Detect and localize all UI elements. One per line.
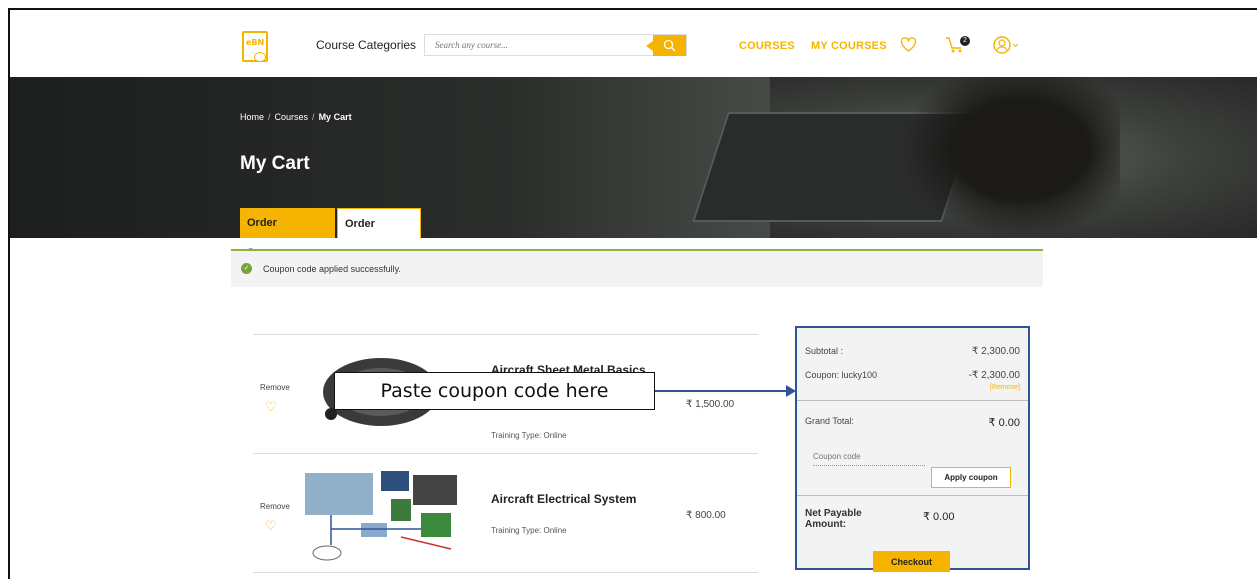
heart-icon[interactable]: ♡ xyxy=(265,399,277,415)
course-thumbnail[interactable] xyxy=(301,463,461,563)
order-summary-panel: Subtotal : ₹ 2,300.00 Coupon: lucky100 -… xyxy=(795,326,1030,572)
success-alert: ✓ Coupon code applied successfully. xyxy=(231,249,1043,287)
heart-icon[interactable]: ♡ xyxy=(265,518,277,534)
coupon-row: Coupon: lucky100 -₹ 2,300.00 xyxy=(805,370,1020,381)
heart-icon[interactable] xyxy=(899,36,918,53)
subtotal-label: Subtotal : xyxy=(805,346,844,356)
breadcrumb-courses[interactable]: Courses xyxy=(275,112,309,122)
breadcrumb-separator: / xyxy=(268,112,271,122)
training-type: Training Type: Online xyxy=(491,431,567,440)
checkout-button[interactable]: Checkout xyxy=(873,551,950,572)
nav-my-courses[interactable]: MY COURSES xyxy=(811,40,887,52)
training-type: Training Type: Online xyxy=(491,526,567,535)
breadcrumb: Home / Courses / My Cart xyxy=(240,112,352,122)
tab-order-summary[interactable]: Order Summary xyxy=(240,208,335,259)
coupon-remove-link[interactable]: [Remove] xyxy=(990,384,1020,391)
top-navbar: eBN Course Categories COURSES MY COURSES… xyxy=(10,10,1257,77)
annotation-arrow xyxy=(655,390,787,392)
search-bar xyxy=(424,34,687,56)
grand-total-value: ₹ 0.00 xyxy=(988,417,1020,429)
net-payable-label: Net Payable Amount: xyxy=(805,508,862,530)
cart-count-badge: 2 xyxy=(960,36,970,46)
coupon-code-input[interactable] xyxy=(813,448,925,466)
grand-total-label: Grand Total: xyxy=(805,416,854,426)
divider xyxy=(797,495,1028,496)
tab-order-history[interactable]: Order History xyxy=(337,208,421,260)
remove-link[interactable]: Remove xyxy=(260,383,290,392)
course-price: ₹ 800.00 xyxy=(686,510,726,521)
nav-courses[interactable]: COURSES xyxy=(739,40,795,52)
subtotal-value: ₹ 2,300.00 xyxy=(971,346,1020,357)
hero-banner: Home/Courses/My Cart My Cart Order Summa… xyxy=(10,77,1257,260)
cart-item: Remove ♡ Aircraft Electrical System Trai… xyxy=(253,453,758,573)
course-name[interactable]: Aircraft Electrical System xyxy=(491,492,636,506)
course-price: ₹ 1,500.00 xyxy=(686,399,735,410)
apply-coupon-button[interactable]: Apply coupon xyxy=(931,467,1011,488)
graduation-cap-icon xyxy=(254,52,266,62)
alert-message: Coupon code applied successfully. xyxy=(263,264,401,274)
breadcrumb-separator: / xyxy=(312,112,315,122)
ebn-logo[interactable]: eBN xyxy=(242,31,268,62)
grand-total-row: Grand Total: ₹ 0.00 xyxy=(805,416,1020,429)
remove-link[interactable]: Remove xyxy=(260,502,290,511)
search-input[interactable] xyxy=(425,35,645,55)
annotation-arrow-head xyxy=(786,385,796,397)
breadcrumb-current: My Cart xyxy=(318,112,352,122)
page-title: My Cart xyxy=(240,153,310,174)
coupon-discount-value: -₹ 2,300.00 xyxy=(968,370,1020,381)
net-payable-value: ₹ 0.00 xyxy=(923,511,955,523)
breadcrumb-home[interactable]: Home xyxy=(240,112,264,122)
user-icon[interactable] xyxy=(992,35,1022,55)
divider xyxy=(797,400,1028,401)
logo-text: eBN xyxy=(246,38,265,47)
screenshot-frame: eBN Course Categories COURSES MY COURSES… xyxy=(8,8,1257,579)
coupon-label: Coupon: lucky100 xyxy=(805,370,878,380)
search-button[interactable] xyxy=(646,35,686,56)
course-categories-menu[interactable]: Course Categories xyxy=(316,38,416,52)
annotation-callout: Paste coupon code here xyxy=(334,372,655,410)
subtotal-row: Subtotal : ₹ 2,300.00 xyxy=(805,346,1020,357)
check-circle-icon: ✓ xyxy=(241,263,252,274)
search-icon xyxy=(663,39,676,52)
person-illustration xyxy=(900,77,1120,238)
